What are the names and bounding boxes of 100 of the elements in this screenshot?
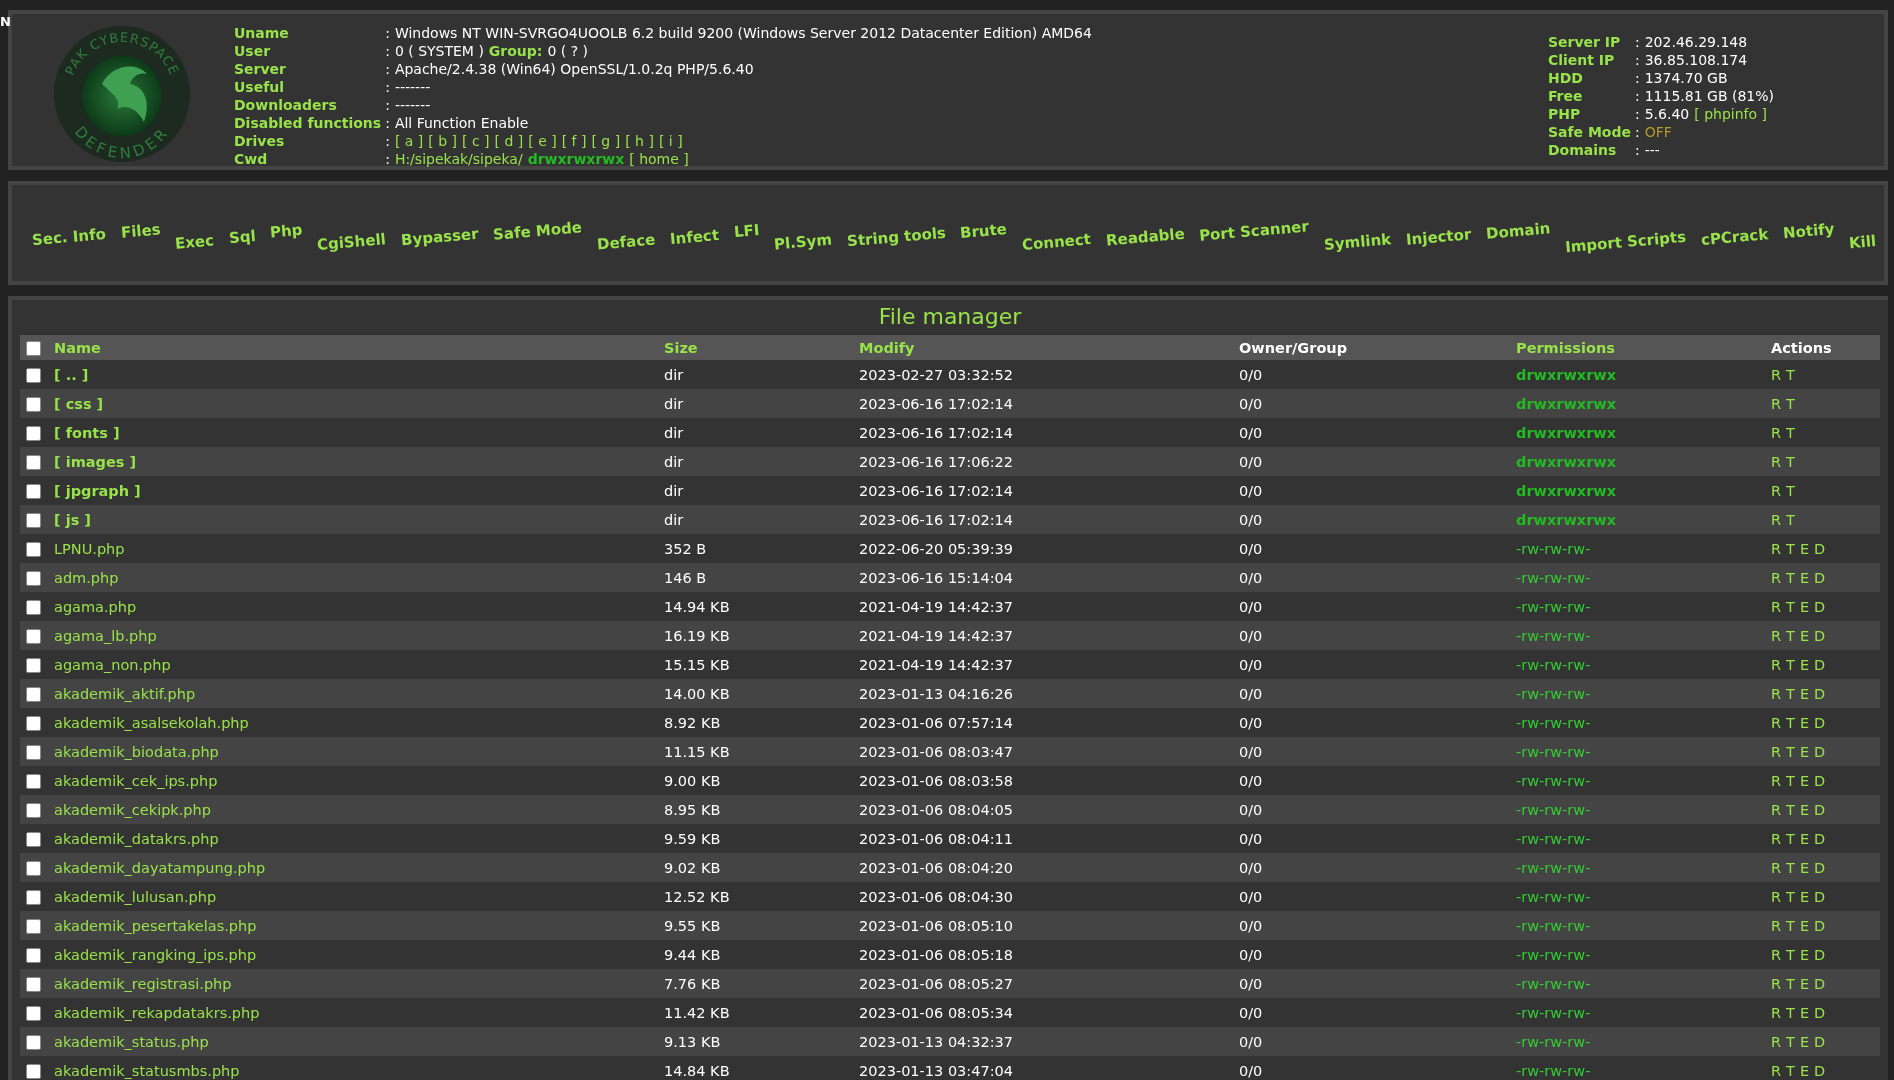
action-link[interactable]: T (1786, 888, 1795, 905)
row-checkbox[interactable] (26, 831, 41, 847)
action-link[interactable]: D (1814, 743, 1826, 760)
action-link[interactable]: T (1786, 627, 1795, 644)
action-link[interactable]: D (1814, 975, 1826, 992)
action-link[interactable]: R (1771, 453, 1782, 470)
row-checkbox[interactable] (26, 657, 41, 673)
permission-link[interactable]: -rw-rw-rw- (1516, 772, 1591, 789)
permission-link[interactable]: -rw-rw-rw- (1516, 714, 1591, 731)
info-link[interactable]: [ e ] (528, 132, 557, 150)
menu-link[interactable]: Pl.Sym (773, 230, 833, 254)
row-checkbox[interactable] (26, 802, 41, 818)
action-link[interactable]: R (1771, 598, 1782, 615)
action-link[interactable]: T (1786, 830, 1795, 847)
permission-link[interactable]: -rw-rw-rw- (1516, 1004, 1591, 1021)
file-link[interactable]: agama.php (54, 598, 137, 615)
permission-link[interactable]: -rw-rw-rw- (1516, 656, 1591, 673)
action-link[interactable]: T (1786, 743, 1795, 760)
action-link[interactable]: T (1786, 656, 1795, 673)
file-link[interactable]: adm.php (54, 569, 119, 586)
action-link[interactable]: E (1799, 1033, 1810, 1050)
permission-link[interactable]: -rw-rw-rw- (1516, 743, 1591, 760)
file-link[interactable]: akademik_biodata.php (54, 743, 219, 760)
permission-link[interactable]: drwxrwxrwx (1516, 366, 1617, 383)
action-link[interactable]: E (1799, 714, 1810, 731)
action-link[interactable]: E (1799, 1062, 1810, 1079)
permission-link[interactable]: -rw-rw-rw- (1516, 888, 1591, 905)
action-link[interactable]: T (1786, 424, 1795, 441)
action-link[interactable]: E (1799, 946, 1810, 963)
action-link[interactable]: T (1786, 569, 1795, 586)
file-link[interactable]: akademik_lulusan.php (54, 888, 217, 905)
row-checkbox[interactable] (26, 918, 41, 934)
action-link[interactable]: R (1771, 801, 1782, 818)
action-link[interactable]: R (1771, 685, 1782, 702)
row-checkbox[interactable] (26, 599, 41, 615)
info-link[interactable]: [ g ] (591, 132, 621, 150)
menu-link[interactable]: Php (269, 220, 304, 242)
menu-link[interactable]: Injector (1404, 225, 1472, 249)
permission-link[interactable]: -rw-rw-rw- (1516, 1033, 1591, 1050)
action-link[interactable]: R (1771, 511, 1782, 528)
permission-link[interactable]: drwxrwxrwx (1516, 482, 1617, 499)
permission-link[interactable]: -rw-rw-rw- (1516, 598, 1591, 615)
info-link[interactable]: [ f ] (561, 132, 587, 150)
action-link[interactable]: D (1814, 1033, 1826, 1050)
action-link[interactable]: R (1771, 917, 1782, 934)
menu-link[interactable]: LFI (732, 220, 760, 242)
action-link[interactable]: D (1814, 946, 1826, 963)
action-link[interactable]: E (1799, 801, 1810, 818)
permission-link[interactable]: -rw-rw-rw- (1516, 1062, 1591, 1079)
action-link[interactable]: T (1786, 685, 1795, 702)
file-link[interactable]: akademik_status.php (54, 1033, 209, 1050)
file-link[interactable]: akademik_aktif.php (54, 685, 196, 702)
action-link[interactable]: R (1771, 772, 1782, 789)
action-link[interactable]: D (1814, 627, 1826, 644)
row-checkbox[interactable] (26, 454, 41, 470)
action-link[interactable]: T (1786, 859, 1795, 876)
action-link[interactable]: E (1799, 772, 1810, 789)
action-link[interactable]: R (1771, 1004, 1782, 1021)
row-checkbox[interactable] (26, 1063, 41, 1079)
row-checkbox[interactable] (26, 483, 41, 499)
action-link[interactable]: R (1771, 395, 1782, 412)
info-link[interactable]: [ phpinfo ] (1694, 105, 1767, 123)
action-link[interactable]: T (1786, 917, 1795, 934)
action-link[interactable]: E (1799, 569, 1810, 586)
select-all-checkbox[interactable] (26, 340, 41, 356)
menu-link[interactable]: CgiShell (316, 230, 387, 254)
column-sort-link[interactable]: Size (664, 339, 698, 356)
action-link[interactable]: D (1814, 772, 1826, 789)
file-link[interactable]: akademik_registrasi.php (54, 975, 232, 992)
permission-link[interactable]: -rw-rw-rw- (1516, 946, 1591, 963)
row-checkbox[interactable] (26, 570, 41, 586)
action-link[interactable]: T (1786, 395, 1795, 412)
permission-link[interactable]: -rw-rw-rw- (1516, 859, 1591, 876)
menu-link[interactable]: Safe Mode (492, 218, 583, 244)
info-link[interactable]: H:/sipekak/sipeka/ (394, 150, 523, 168)
action-link[interactable]: R (1771, 424, 1782, 441)
row-checkbox[interactable] (26, 512, 41, 528)
action-link[interactable]: E (1799, 685, 1810, 702)
action-link[interactable]: R (1771, 946, 1782, 963)
action-link[interactable]: R (1771, 714, 1782, 731)
action-link[interactable]: R (1771, 975, 1782, 992)
action-link[interactable]: T (1786, 1062, 1795, 1079)
menu-link[interactable]: Kill (1848, 231, 1877, 253)
row-checkbox[interactable] (26, 715, 41, 731)
permission-link[interactable]: -rw-rw-rw- (1516, 801, 1591, 818)
file-link[interactable]: agama_lb.php (54, 627, 157, 644)
info-link[interactable]: [ h ] (625, 132, 654, 150)
menu-link[interactable]: Connect (1021, 230, 1092, 254)
action-link[interactable]: T (1786, 975, 1795, 992)
permission-link[interactable]: -rw-rw-rw- (1516, 975, 1591, 992)
info-link[interactable]: [ b ] (428, 132, 457, 150)
action-link[interactable]: T (1786, 482, 1795, 499)
permission-link[interactable]: -rw-rw-rw- (1516, 685, 1591, 702)
action-link[interactable]: D (1814, 888, 1826, 905)
action-link[interactable]: E (1799, 888, 1810, 905)
permission-link[interactable]: -rw-rw-rw- (1516, 540, 1591, 557)
action-link[interactable]: E (1799, 830, 1810, 847)
file-link[interactable]: akademik_statusmbs.php (54, 1062, 240, 1079)
file-link[interactable]: akademik_cek_ips.php (54, 772, 218, 789)
permission-link[interactable]: -rw-rw-rw- (1516, 830, 1591, 847)
